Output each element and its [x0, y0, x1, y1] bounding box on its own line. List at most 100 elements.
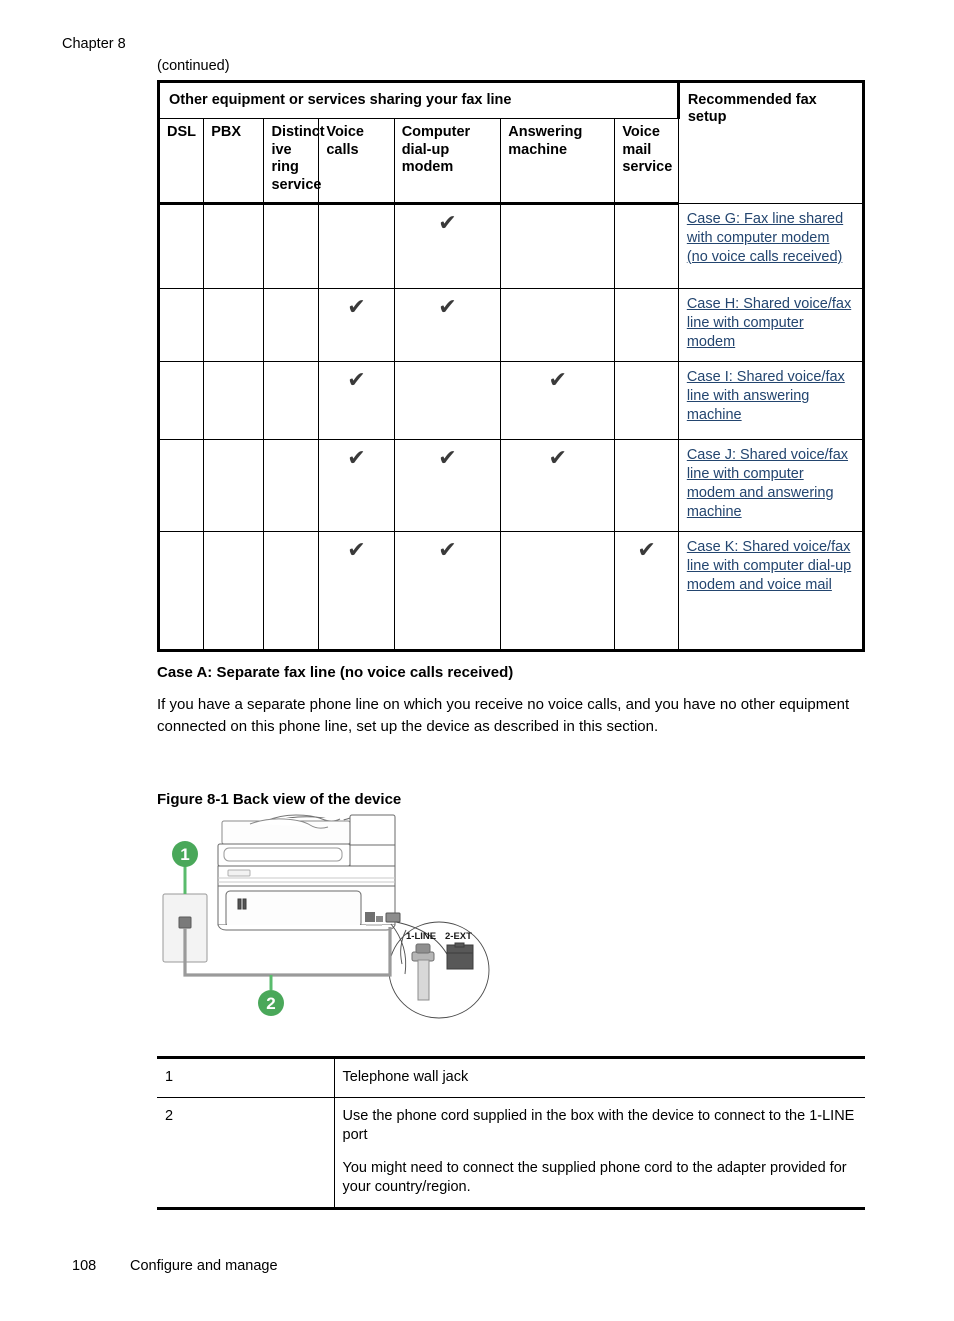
checkmark-icon: ✔ — [347, 295, 366, 320]
checkmark-icon: ✔ — [347, 446, 366, 471]
legend-row: 1 Telephone wall jack — [157, 1056, 865, 1098]
checkmark-icon: ✔ — [637, 538, 656, 563]
cell-answering-machine — [500, 531, 616, 652]
cell-pbx — [203, 531, 265, 652]
group-header-recommended: Recommended fax setup — [677, 80, 866, 204]
cell-answering-machine — [500, 288, 616, 362]
cell-distinctive-ring — [263, 361, 320, 440]
column-header-answering-machine: Answering machine — [500, 118, 616, 205]
cell-computer-modem: ✔ — [393, 288, 502, 362]
cell-recommendation: Case I: Shared voice/fax line with answe… — [677, 361, 866, 440]
case-link-j[interactable]: Case J: Shared voice/fax line with compu… — [687, 447, 848, 520]
table-row: ✔ ✔ Case H: Shared voice/fax line with c… — [156, 288, 866, 362]
continued-label: (continued) — [157, 58, 230, 74]
cell-voice-mail — [614, 288, 679, 362]
cell-answering-machine: ✔ — [500, 439, 616, 532]
cell-computer-modem — [393, 361, 502, 440]
cell-computer-modem: ✔ — [393, 439, 502, 532]
callout-2-number: 2 — [266, 994, 275, 1013]
port-label-1-line: 1-LINE — [406, 931, 436, 942]
cell-distinctive-ring — [263, 203, 320, 289]
cell-recommendation: Case H: Shared voice/fax line with compu… — [677, 288, 866, 362]
callout-2: 2 — [258, 975, 284, 1016]
case-link-i[interactable]: Case I: Shared voice/fax line with answe… — [687, 369, 845, 423]
checkmark-icon: ✔ — [438, 295, 457, 320]
table-row: ✔ Case G: Fax line shared with computer … — [156, 203, 866, 289]
cell-distinctive-ring — [263, 288, 320, 362]
cell-voice-calls: ✔ — [318, 439, 395, 532]
table-row: ✔ ✔ Case I: Shared voice/fax line with a… — [156, 361, 866, 440]
case-a-paragraph: If you have a separate phone line on whi… — [157, 696, 850, 735]
cell-voice-mail — [614, 439, 679, 532]
cell-distinctive-ring — [263, 531, 320, 652]
cell-pbx — [203, 288, 265, 362]
checkmark-icon: ✔ — [438, 211, 457, 236]
magnifier-bubble — [388, 921, 490, 1019]
port-label-2-ext: 2-EXT — [445, 931, 472, 942]
cell-voice-mail — [614, 361, 679, 440]
cell-voice-mail — [614, 203, 679, 289]
cell-recommendation: Case K: Shared voice/fax line with compu… — [677, 531, 866, 652]
port-2-ext — [446, 942, 474, 970]
legend-description-line: You might need to connect the supplied p… — [342, 1159, 847, 1196]
cell-dsl — [156, 531, 205, 652]
chapter-label: Chapter 8 — [62, 36, 126, 52]
cell-pbx — [203, 361, 265, 440]
case-link-h[interactable]: Case H: Shared voice/fax line with compu… — [687, 296, 851, 350]
callout-1: 1 — [172, 841, 198, 894]
table-row: ✔ ✔ ✔ Case K: Shared voice/fax line with… — [156, 531, 866, 652]
fax-setup-table: Other equipment or services sharing your… — [156, 80, 866, 652]
legend-row: 2 Use the phone cord supplied in the box… — [157, 1096, 865, 1210]
checkmark-icon: ✔ — [438, 538, 457, 563]
checkmark-icon: ✔ — [438, 446, 457, 471]
checkmark-icon: ✔ — [347, 368, 366, 393]
figure-back-view-of-device: 1 2 1-LINE 2-EXT — [150, 812, 550, 1037]
phone-cord — [183, 927, 392, 977]
cell-answering-machine — [500, 203, 616, 289]
case-link-k[interactable]: Case K: Shared voice/fax line with compu… — [687, 539, 851, 593]
callout-1-number: 1 — [180, 845, 189, 864]
page-footer: 108 Configure and manage — [72, 1257, 278, 1275]
cell-voice-calls: ✔ — [318, 531, 395, 652]
case-a-heading: Case A: Separate fax line (no voice call… — [157, 664, 514, 681]
cell-recommendation: Case J: Shared voice/fax line with compu… — [677, 439, 866, 532]
cell-computer-modem: ✔ — [393, 203, 502, 289]
legend-description: Use the phone cord supplied in the box w… — [333, 1096, 865, 1210]
checkmark-icon: ✔ — [347, 538, 366, 563]
table-row: ✔ ✔ ✔ Case J: Shared voice/fax line with… — [156, 439, 866, 532]
case-link-g[interactable]: Case G: Fax line shared with computer mo… — [687, 211, 843, 265]
footer-section-title: Configure and manage — [130, 1258, 278, 1274]
cell-dsl — [156, 203, 205, 289]
footer-page-number: 108 — [72, 1258, 97, 1274]
legend-number: 2 — [157, 1096, 335, 1210]
cell-dsl — [156, 361, 205, 440]
device-diagram-svg: 1 2 1-LINE 2-EXT — [162, 814, 490, 1019]
cell-recommendation: Case G: Fax line shared with computer mo… — [677, 203, 866, 289]
legend-description: Telephone wall jack — [333, 1056, 865, 1098]
cell-voice-mail: ✔ — [614, 531, 679, 652]
column-header-dsl: DSL — [156, 118, 205, 205]
column-header-voice-mail: Voice mail service — [614, 118, 679, 205]
checkmark-icon: ✔ — [548, 368, 567, 393]
legend-number: 1 — [157, 1056, 335, 1098]
checkmark-icon: ✔ — [548, 446, 567, 471]
cell-dsl — [156, 439, 205, 532]
printer-illustration — [217, 814, 401, 931]
cell-pbx — [203, 203, 265, 289]
cell-answering-machine: ✔ — [500, 361, 616, 440]
column-header-computer-modem: Computer dial-up modem — [393, 118, 502, 205]
cell-pbx — [203, 439, 265, 532]
legend-description-line: Telephone wall jack — [342, 1069, 469, 1085]
cell-distinctive-ring — [263, 439, 320, 532]
legend-description-line: Use the phone cord supplied in the box w… — [342, 1107, 855, 1144]
fax-table-body: ✔ Case G: Fax line shared with computer … — [156, 203, 866, 652]
figure-caption: Figure 8-1 Back view of the device — [157, 791, 402, 808]
column-header-voice-calls: Voice calls — [318, 118, 395, 205]
cell-dsl — [156, 288, 205, 362]
table-group-header-row: Other equipment or services sharing your… — [157, 80, 866, 204]
cell-voice-calls — [318, 203, 395, 289]
cell-voice-calls: ✔ — [318, 361, 395, 440]
cell-voice-calls: ✔ — [318, 288, 395, 362]
column-header-distinctive-ring: Distinct ive ring service — [263, 118, 325, 205]
cell-computer-modem: ✔ — [393, 531, 502, 652]
